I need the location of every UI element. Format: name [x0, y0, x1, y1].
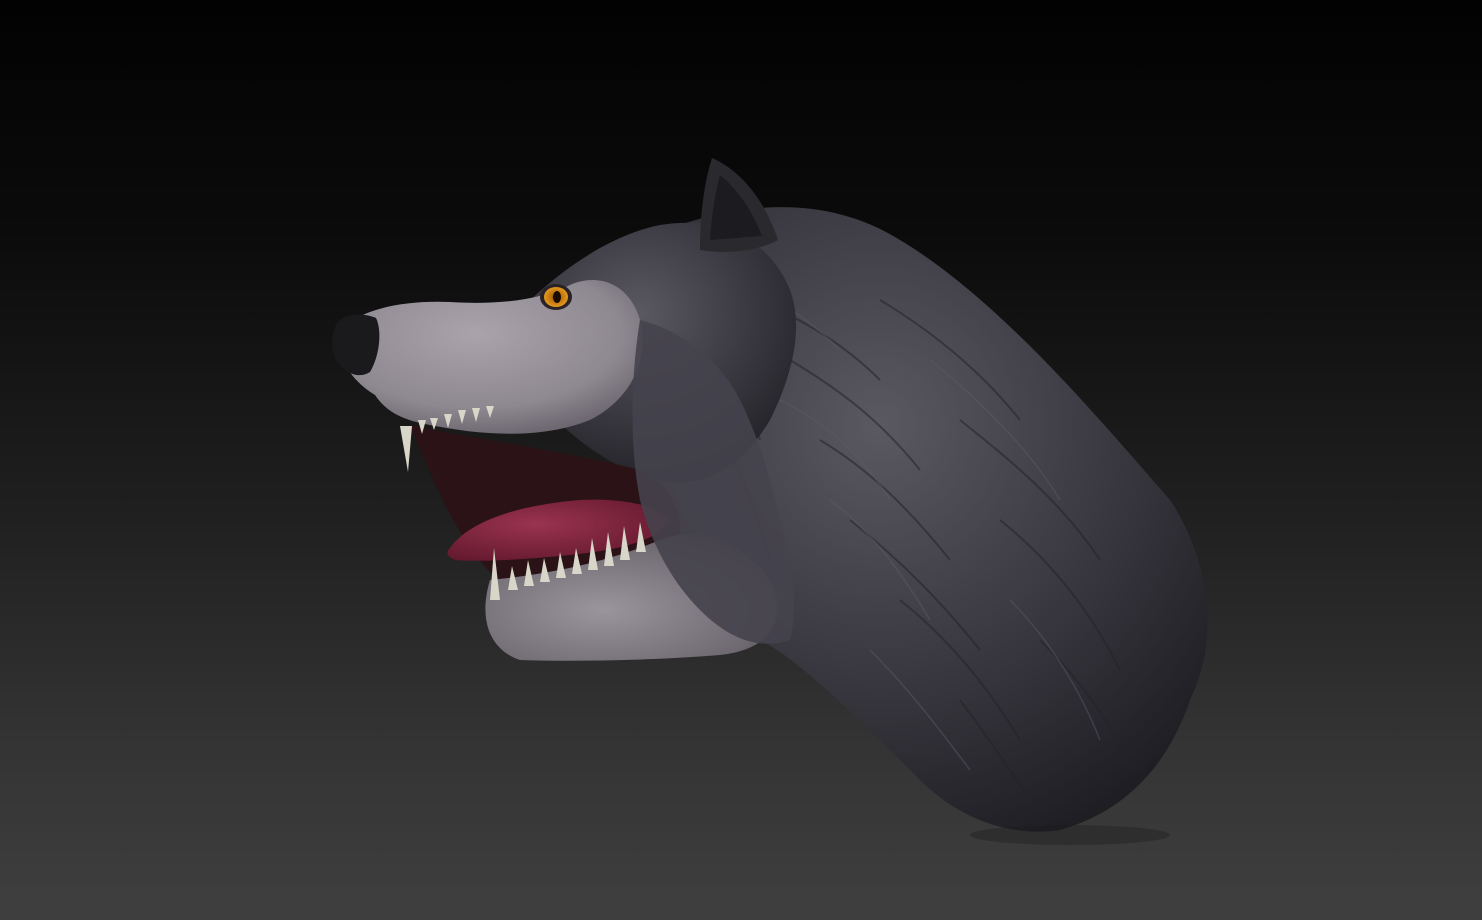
bust-shadow [970, 825, 1170, 845]
wolf-model[interactable] [0, 0, 1482, 920]
nose [332, 314, 380, 376]
3d-viewport[interactable] [0, 0, 1482, 920]
